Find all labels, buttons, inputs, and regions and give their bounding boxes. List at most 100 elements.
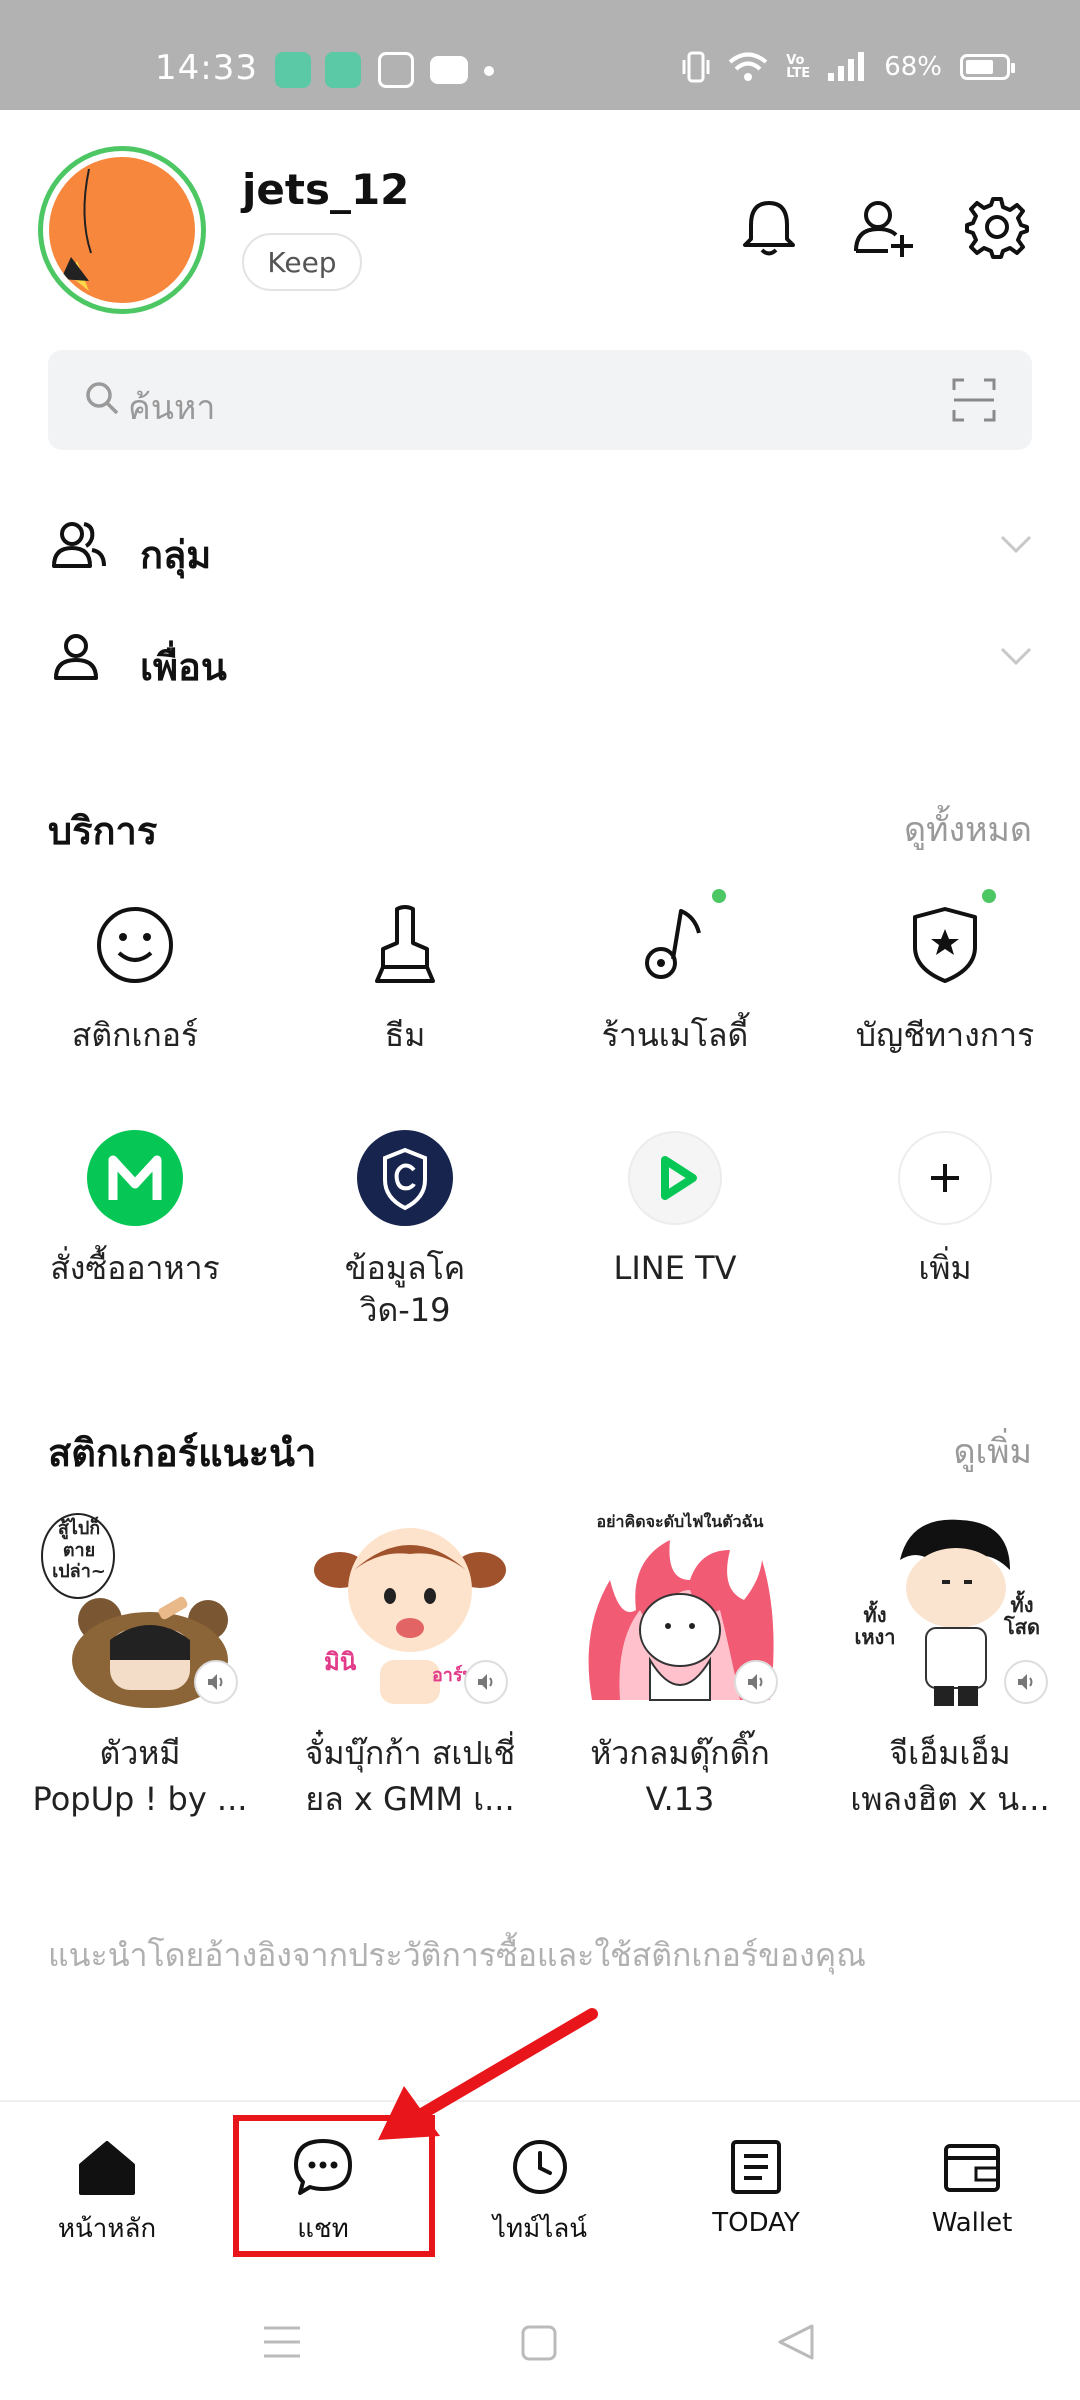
notification-bell-icon[interactable] xyxy=(737,195,801,259)
service-label: ข้อมูลโควิด-19 xyxy=(344,1249,466,1329)
sticker-art-text: อย่าคิดจะดับไฟในตัวฉัน xyxy=(596,1512,764,1531)
tab-home[interactable]: หน้าหลัก xyxy=(7,2132,207,2249)
tab-label: TODAY xyxy=(712,2208,800,2238)
sound-sticker-icon xyxy=(1004,1660,1048,1704)
service-official-accounts[interactable]: บัญชีทางการ xyxy=(830,889,1060,1057)
vibrate-icon xyxy=(682,51,710,83)
theme-brush-icon xyxy=(375,905,435,983)
wifi-icon xyxy=(728,52,768,81)
recent-apps-menu-icon[interactable] xyxy=(262,2324,302,2360)
profile-avatar[interactable] xyxy=(38,146,206,314)
service-covid-info[interactable]: ข้อมูลโควิด-19 xyxy=(290,1128,520,1331)
sticker-art-text: ทั้งโสด xyxy=(1004,1593,1040,1639)
search-placeholder: ค้นหา xyxy=(128,388,216,428)
sticker-thumbnail: สู้ไปก็ตายเปล่า~ xyxy=(40,1510,240,1710)
qr-scan-icon[interactable] xyxy=(952,378,996,422)
service-label: ธีม xyxy=(384,1016,426,1054)
sticker-art-text: มินิ xyxy=(324,1648,357,1676)
sticker-art-text: สู้ไปก็ตายเปล่า~ xyxy=(52,1518,106,1583)
notification-app-icon xyxy=(325,52,361,88)
home-icon xyxy=(79,2141,135,2195)
home-square-icon[interactable] xyxy=(520,2324,558,2362)
tab-label: Wallet xyxy=(931,2208,1013,2238)
plus-icon xyxy=(898,1131,992,1225)
volte-badge: Vo LTE xyxy=(786,53,811,81)
chevron-down-icon xyxy=(1000,647,1032,666)
profile-name[interactable]: jets_12 xyxy=(242,165,409,214)
highlight-box-annotation xyxy=(233,2115,435,2257)
more-notifications-dot-icon xyxy=(484,66,494,76)
sticker-thumbnail: อย่าคิดจะดับไฟในตัวฉัน xyxy=(580,1510,780,1710)
new-badge-dot xyxy=(712,889,726,903)
sticker-art-text: ทั้งเหงา xyxy=(854,1603,896,1649)
service-label: ร้านเมโลดี้ xyxy=(601,1016,749,1054)
news-icon xyxy=(731,2140,781,2194)
sticker-pack-name: หัวกลมดุ๊กดิ๊ก V.13 xyxy=(590,1734,770,1819)
search-icon xyxy=(86,382,119,415)
back-triangle-icon[interactable] xyxy=(776,2322,816,2362)
avatar-bird-icon xyxy=(61,168,92,291)
sticker-pack-name: ตัวหมี PopUp ! by ... xyxy=(32,1734,248,1819)
service-melody[interactable]: ร้านเมโลดี้ xyxy=(560,889,790,1057)
sticker-pack-name: จีเอ็มเอ็ม เพลงฮิต x น... xyxy=(850,1734,1050,1819)
official-shield-icon xyxy=(913,907,977,983)
service-label: สั่งซื้ออาหาร xyxy=(50,1249,220,1287)
service-label: บัญชีทางการ xyxy=(855,1016,1035,1054)
group-people-icon xyxy=(52,522,106,568)
chevron-down-icon xyxy=(1000,535,1032,554)
tab-label: ไทม์ไลน์ xyxy=(492,2214,588,2244)
services-see-all-link[interactable]: ดูทั้งหมด xyxy=(904,802,1032,856)
tab-label: หน้าหลัก xyxy=(57,2214,157,2244)
service-line-tv[interactable]: LINE TV xyxy=(560,1128,790,1290)
friend-person-icon xyxy=(54,634,98,680)
sticker-recs-title: สติกเกอร์แนะนำ xyxy=(48,1431,317,1475)
new-badge-dot xyxy=(982,889,996,903)
covid-shield-icon xyxy=(357,1130,453,1226)
keep-button[interactable]: Keep xyxy=(242,233,362,291)
service-stickers[interactable]: สติกเกอร์ xyxy=(20,895,250,1057)
add-friend-icon[interactable] xyxy=(852,195,916,259)
sound-sticker-icon xyxy=(464,1660,508,1704)
bottom-navigation: หน้าหลัก แชท ไทม์ไลน์ TODAY Wallet xyxy=(0,2100,1080,2280)
sound-sticker-icon xyxy=(194,1660,238,1704)
groups-row[interactable]: กลุ่ม xyxy=(48,508,1032,588)
groups-label: กลุ่ม xyxy=(140,533,212,577)
sticker-pack-card[interactable]: สู้ไปก็ตายเปล่า~ ตัวหมี PopUp ! by ... xyxy=(20,1510,260,1823)
sticker-thumbnail: ทั้งเหงา ทั้งโสด xyxy=(850,1510,1050,1710)
services-title: บริการ xyxy=(48,809,158,853)
play-icon xyxy=(628,1131,722,1225)
service-food-order[interactable]: สั่งซื้ออาหาร xyxy=(20,1128,250,1290)
tab-today[interactable]: TODAY xyxy=(656,2132,856,2238)
signal-icon xyxy=(828,52,865,81)
sticker-thumbnail: มินิ อาร์ท xyxy=(310,1510,510,1710)
battery-icon xyxy=(960,54,1015,80)
sticker-pack-name: จั๋มบุ๊กก้า สเปเชี่ ยล x GMM เ... xyxy=(304,1734,516,1819)
clock-icon xyxy=(513,2140,567,2194)
service-label: LINE TV xyxy=(613,1249,737,1287)
status-time: 14:33 xyxy=(155,48,258,88)
service-label: สติกเกอร์ xyxy=(71,1016,199,1054)
wallet-icon xyxy=(944,2144,1000,2192)
sticker-pack-card[interactable]: ทั้งเหงา ทั้งโสด จีเอ็มเอ็ม เพลงฮิต x น.… xyxy=(830,1510,1070,1823)
service-add-more[interactable]: เพิ่ม xyxy=(830,1128,1060,1290)
tab-wallet[interactable]: Wallet xyxy=(872,2132,1072,2238)
search-bar[interactable]: ค้นหา xyxy=(48,350,1032,450)
friends-label: เพื่อน xyxy=(140,645,227,689)
notification-app-icon xyxy=(378,52,414,88)
notification-app-icon xyxy=(275,52,311,88)
sticker-pack-card[interactable]: อย่าคิดจะดับไฟในตัวฉัน หัวกลมดุ๊กดิ๊ก V.… xyxy=(560,1510,800,1823)
settings-gear-icon[interactable] xyxy=(965,195,1029,259)
service-themes[interactable]: ธีม xyxy=(290,895,520,1057)
sticker-recommendation-note: แนะนำโดยอ้างอิงจากประวัติการซื้อและใช้สต… xyxy=(48,1936,866,1974)
youtube-icon xyxy=(430,56,468,84)
sticker-pack-card[interactable]: มินิ อาร์ท จั๋มบุ๊กก้า สเปเชี่ ยล x GMM … xyxy=(290,1510,530,1823)
status-bar: 14:33 Vo LTE 68% xyxy=(0,0,1080,110)
service-label: เพิ่ม xyxy=(918,1249,972,1287)
battery-percent: 68% xyxy=(884,52,942,82)
system-navigation-bar xyxy=(0,2280,1080,2400)
friends-row[interactable]: เพื่อน xyxy=(48,620,1032,700)
tab-timeline[interactable]: ไทม์ไลน์ xyxy=(440,2132,640,2249)
sticker-see-more-link[interactable]: ดูเพิ่ม xyxy=(953,1424,1032,1478)
lineman-icon xyxy=(87,1130,183,1226)
melody-note-icon xyxy=(645,909,701,979)
